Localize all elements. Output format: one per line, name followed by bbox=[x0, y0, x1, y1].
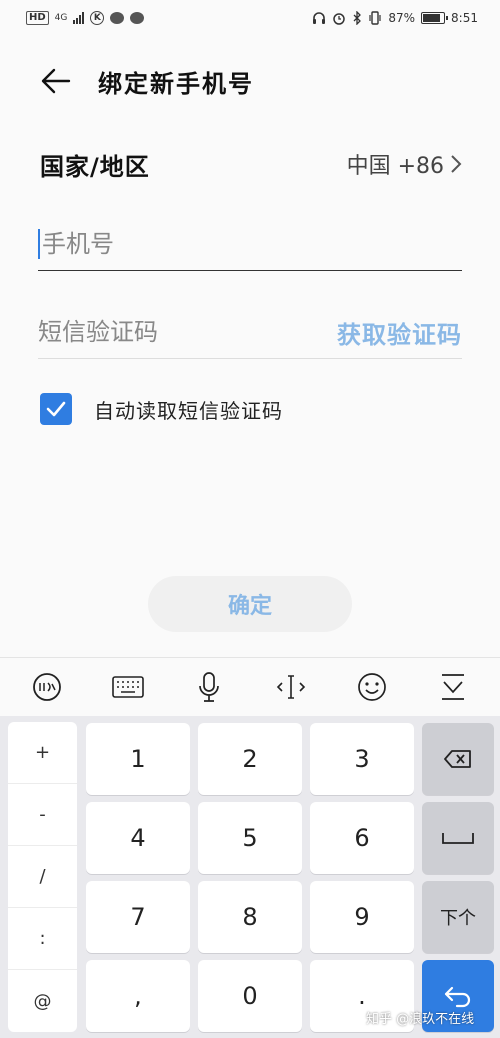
backspace-key[interactable] bbox=[422, 723, 494, 795]
next-key-label: 下个 bbox=[440, 908, 476, 929]
key-6[interactable]: 6 bbox=[310, 802, 414, 874]
key-5[interactable]: 5 bbox=[198, 802, 302, 874]
phone-number-input[interactable] bbox=[42, 230, 442, 258]
chevron-right-icon bbox=[451, 155, 462, 173]
key-comma[interactable]: , bbox=[86, 960, 190, 1032]
watermark: 知乎 @浪玖不在线 bbox=[366, 1012, 475, 1027]
symbol-key-slash[interactable]: / bbox=[8, 846, 77, 908]
battery-percent: 87% bbox=[388, 11, 416, 25]
country-code-value: 中国 +86 bbox=[346, 154, 444, 179]
symbol-key-at[interactable]: @ bbox=[8, 970, 77, 1032]
keyboard-icon[interactable] bbox=[106, 665, 150, 709]
clock: 8:51 bbox=[451, 11, 478, 25]
app-header: 绑定新手机号 bbox=[0, 52, 500, 110]
key-2[interactable]: 2 bbox=[198, 723, 302, 795]
k-app-icon: K bbox=[90, 11, 105, 25]
sms-code-field[interactable]: 获取验证码 bbox=[38, 306, 462, 359]
key-8[interactable]: 8 bbox=[198, 881, 302, 953]
auto-read-label: 自动读取短信验证码 bbox=[94, 398, 283, 423]
signal-type: 4G bbox=[54, 12, 68, 23]
key-7[interactable]: 7 bbox=[86, 881, 190, 953]
battery-icon bbox=[421, 12, 449, 24]
vibrate-icon bbox=[369, 11, 381, 25]
signal-icon bbox=[73, 12, 85, 24]
symbol-key-colon[interactable]: : bbox=[8, 908, 77, 970]
symbol-key-plus[interactable]: + bbox=[8, 722, 77, 784]
country-region-label: 国家/地区 bbox=[40, 152, 150, 181]
chat-notification-icon bbox=[110, 12, 125, 24]
hd-badge: HD bbox=[26, 11, 49, 25]
key-0[interactable]: 0 bbox=[198, 960, 302, 1032]
bluetooth-icon bbox=[353, 11, 362, 25]
backspace-icon bbox=[444, 750, 471, 768]
xunfei-logo-icon[interactable] bbox=[25, 665, 69, 709]
phone-number-field[interactable] bbox=[38, 218, 462, 271]
get-code-button[interactable]: 获取验证码 bbox=[337, 315, 462, 350]
microphone-icon[interactable] bbox=[187, 665, 231, 709]
symbol-column: + - / : @ bbox=[8, 722, 77, 1032]
key-9[interactable]: 9 bbox=[310, 881, 414, 953]
symbol-key-minus[interactable]: - bbox=[8, 784, 77, 846]
auto-read-checkbox[interactable] bbox=[40, 393, 72, 425]
country-code-selector[interactable]: 中国 +86 bbox=[347, 148, 462, 180]
headphones-icon bbox=[313, 12, 326, 24]
key-3[interactable]: 3 bbox=[310, 723, 414, 795]
keyboard-toolbar bbox=[0, 657, 500, 715]
back-button[interactable] bbox=[34, 59, 78, 103]
message-notification-icon bbox=[130, 12, 145, 24]
emoji-icon[interactable] bbox=[350, 665, 394, 709]
space-key[interactable] bbox=[422, 802, 494, 874]
confirm-button[interactable]: 确定 bbox=[148, 576, 352, 632]
next-key[interactable]: 下个 bbox=[422, 881, 494, 953]
alarm-icon bbox=[333, 13, 346, 25]
key-4[interactable]: 4 bbox=[86, 802, 190, 874]
enter-icon bbox=[444, 986, 471, 1008]
back-arrow-icon bbox=[41, 68, 71, 94]
checkmark-icon bbox=[46, 401, 66, 417]
page-title: 绑定新手机号 bbox=[98, 69, 254, 98]
key-1[interactable]: 1 bbox=[86, 723, 190, 795]
space-icon bbox=[442, 833, 474, 844]
country-region-row[interactable]: 国家/地区 中国 +86 bbox=[40, 138, 462, 190]
collapse-keyboard-icon[interactable] bbox=[431, 665, 475, 709]
sms-code-input[interactable] bbox=[38, 318, 278, 346]
auto-read-sms-option[interactable]: 自动读取短信验证码 bbox=[40, 393, 283, 425]
text-cursor bbox=[38, 229, 40, 259]
status-bar: HD 4G K 87% 8:51 bbox=[0, 0, 500, 36]
numeric-keypad: + - / : @ 1 2 3 4 5 6 7 8 9 下个 , 0 . bbox=[0, 716, 500, 1038]
cursor-move-icon[interactable] bbox=[269, 665, 313, 709]
